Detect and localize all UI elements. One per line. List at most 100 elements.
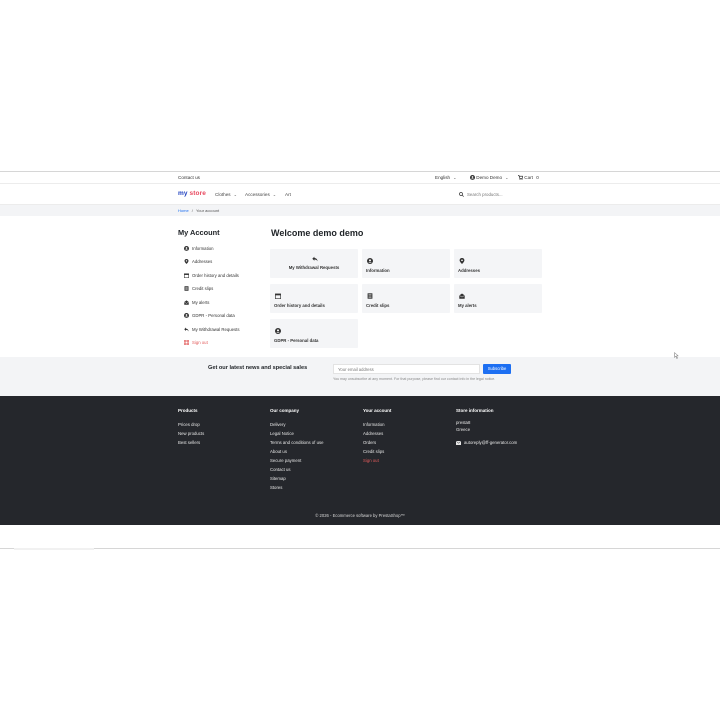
footer-link-contact-us[interactable]: Contact us [270, 467, 291, 472]
calendar-icon [183, 272, 189, 278]
chevron-down-icon: ⌄ [453, 175, 457, 180]
sidebar-item-label: Sign out [192, 339, 208, 345]
search-placeholder: Search products... [467, 191, 503, 197]
footer-link-sign-out[interactable]: Sign out [363, 458, 379, 463]
breadcrumb-current: Your account [195, 208, 220, 213]
store-email: autoreply@ff-generator.com [464, 440, 518, 445]
footer-link-terms[interactable]: Terms and conditions of use [270, 440, 324, 445]
footer-company-title: Our company [270, 408, 300, 413]
nav-accessories-label: Accessories [245, 192, 270, 197]
footer-link-best-sellers[interactable]: Best sellers [178, 440, 200, 445]
card-gdpr[interactable]: GDPR - Personal data [270, 319, 358, 348]
footer-link-secure-payment[interactable]: Secure payment [270, 458, 301, 463]
envelope-open-icon [458, 292, 465, 299]
nav-art[interactable]: Art [285, 192, 291, 197]
sidebar-item-label: Information [192, 245, 214, 251]
breadcrumb: Home / Your account [0, 205, 720, 216]
logo-text-store: store [189, 190, 206, 197]
chevron-down-icon: ⌄ [272, 192, 277, 197]
sidebar-item-withdrawal[interactable]: My Withdrawal Requests [183, 326, 240, 332]
chevron-down-icon: ⌄ [233, 192, 237, 197]
user-name: Demo Demo [476, 175, 503, 180]
newsletter-email-input[interactable]: Your email address [333, 364, 480, 374]
breadcrumb-home[interactable]: Home [178, 208, 189, 213]
sidebar-item-label: My alerts [192, 299, 210, 305]
footer-link-legal-notice[interactable]: Legal Notice [270, 431, 294, 436]
site-header: my store Clothes ⌄ Accessories ⌄ Art Searc… [0, 184, 720, 205]
store-name: presta8 [456, 420, 471, 425]
sidebar-item-label: My Withdrawal Requests [192, 326, 240, 332]
footer-link-delivery[interactable]: Delivery [270, 422, 286, 427]
card-order-history[interactable]: Order history and details [270, 284, 358, 313]
sidebar-item-addresses[interactable]: Addresses [183, 258, 212, 264]
nav-accessories[interactable]: Accessories ⌄ [245, 192, 276, 197]
footer-link-sitemap[interactable]: Sitemap [270, 476, 286, 481]
reply-arrow-icon [183, 327, 189, 331]
footer-link-stores[interactable]: Stores [270, 485, 282, 490]
sidebar-item-alerts[interactable]: My alerts [183, 299, 209, 305]
footer-link-prices-drop[interactable]: Prices drop [178, 422, 200, 427]
nav-clothes[interactable]: Clothes ⌄ [215, 192, 237, 197]
location-pin-icon [184, 258, 188, 264]
sidebar-title: My Account [178, 228, 220, 237]
newsletter-note: You may unsubscribe at any moment. For t… [333, 377, 496, 381]
card-my-alerts[interactable]: My alerts [454, 284, 542, 313]
search-input[interactable]: Search products... [459, 189, 543, 199]
store-email-link[interactable]: autoreply@ff-generator.com [456, 440, 517, 445]
footer-link-credit-slips[interactable]: Credit slips [363, 449, 384, 454]
card-addresses[interactable]: Addresses [454, 249, 542, 278]
chevron-down-icon: ⌄ [505, 175, 509, 180]
sidebar-item-label: Credit slips [192, 285, 214, 291]
person-circle-icon [183, 245, 189, 251]
footer-link-addresses[interactable]: Addresses [363, 431, 383, 436]
footer-link-information[interactable]: Information [363, 422, 385, 427]
card-label: Credit slips [366, 303, 390, 308]
location-pin-icon [459, 257, 464, 264]
cart-icon [518, 175, 524, 180]
cart-label: Cart [524, 175, 533, 180]
sidebar-item-label: Order history and details [192, 272, 239, 278]
card-label: Order history and details [274, 303, 325, 308]
copyright-text: © 2026 - Ecommerce software by PrestaSho… [315, 513, 405, 518]
card-withdrawal-requests[interactable]: My Withdrawal Requests [270, 249, 358, 278]
subscribe-button[interactable]: Subscribe [483, 364, 511, 374]
receipt-icon [184, 285, 188, 291]
cart-button[interactable]: Cart 0 [518, 175, 539, 180]
card-label: Addresses [458, 268, 480, 273]
sidebar-item-information[interactable]: Information [183, 245, 214, 251]
cart-count: 0 [536, 175, 539, 180]
reply-arrow-icon [311, 256, 318, 261]
breadcrumb-separator: / [191, 208, 193, 213]
card-label: GDPR - Personal data [274, 338, 319, 343]
footer-account-title: Your account [363, 408, 392, 413]
sidebar-item-credit-slips[interactable]: Credit slips [183, 285, 213, 291]
card-credit-slips[interactable]: Credit slips [362, 284, 450, 313]
card-label: My alerts [458, 303, 477, 308]
site-footer: Products Prices drop New products Best s… [0, 396, 720, 525]
sidebar-item-order-history[interactable]: Order history and details [183, 272, 239, 278]
page-title: Welcome demo demo [271, 228, 364, 238]
footer-link-orders[interactable]: Orders [363, 440, 376, 445]
sidebar-item-label: Addresses [192, 258, 213, 264]
envelope-open-icon [183, 299, 189, 305]
footer-products-title: Products [178, 408, 198, 413]
logo-text-my: my [178, 190, 188, 197]
search-icon [459, 191, 464, 197]
footer-link-about-us[interactable]: About us [270, 449, 287, 454]
nav-clothes-label: Clothes [215, 192, 231, 197]
newsletter-title: Get our latest news and special sales [208, 365, 308, 371]
footer-link-new-products[interactable]: New products [178, 431, 204, 436]
contact-us-link[interactable]: Contact us [178, 175, 200, 180]
top-utility-bar: Contact us English ⌄ Demo Demo ⌄ Cart 0 [0, 172, 720, 184]
store-logo[interactable]: my store [178, 190, 206, 197]
sidebar-item-sign-out[interactable]: Sign out [183, 339, 208, 345]
language-label: English [435, 175, 451, 180]
language-selector[interactable]: English ⌄ [435, 175, 456, 180]
receipt-icon [367, 292, 372, 299]
sidebar-item-label: GDPR - Personal data [192, 312, 235, 318]
grid-icon [183, 339, 189, 345]
sidebar-item-gdpr[interactable]: GDPR - Personal data [183, 312, 235, 318]
card-information[interactable]: Information [362, 249, 450, 278]
card-label: My Withdrawal Requests [288, 265, 340, 270]
user-account-menu[interactable]: Demo Demo ⌄ [470, 175, 508, 180]
